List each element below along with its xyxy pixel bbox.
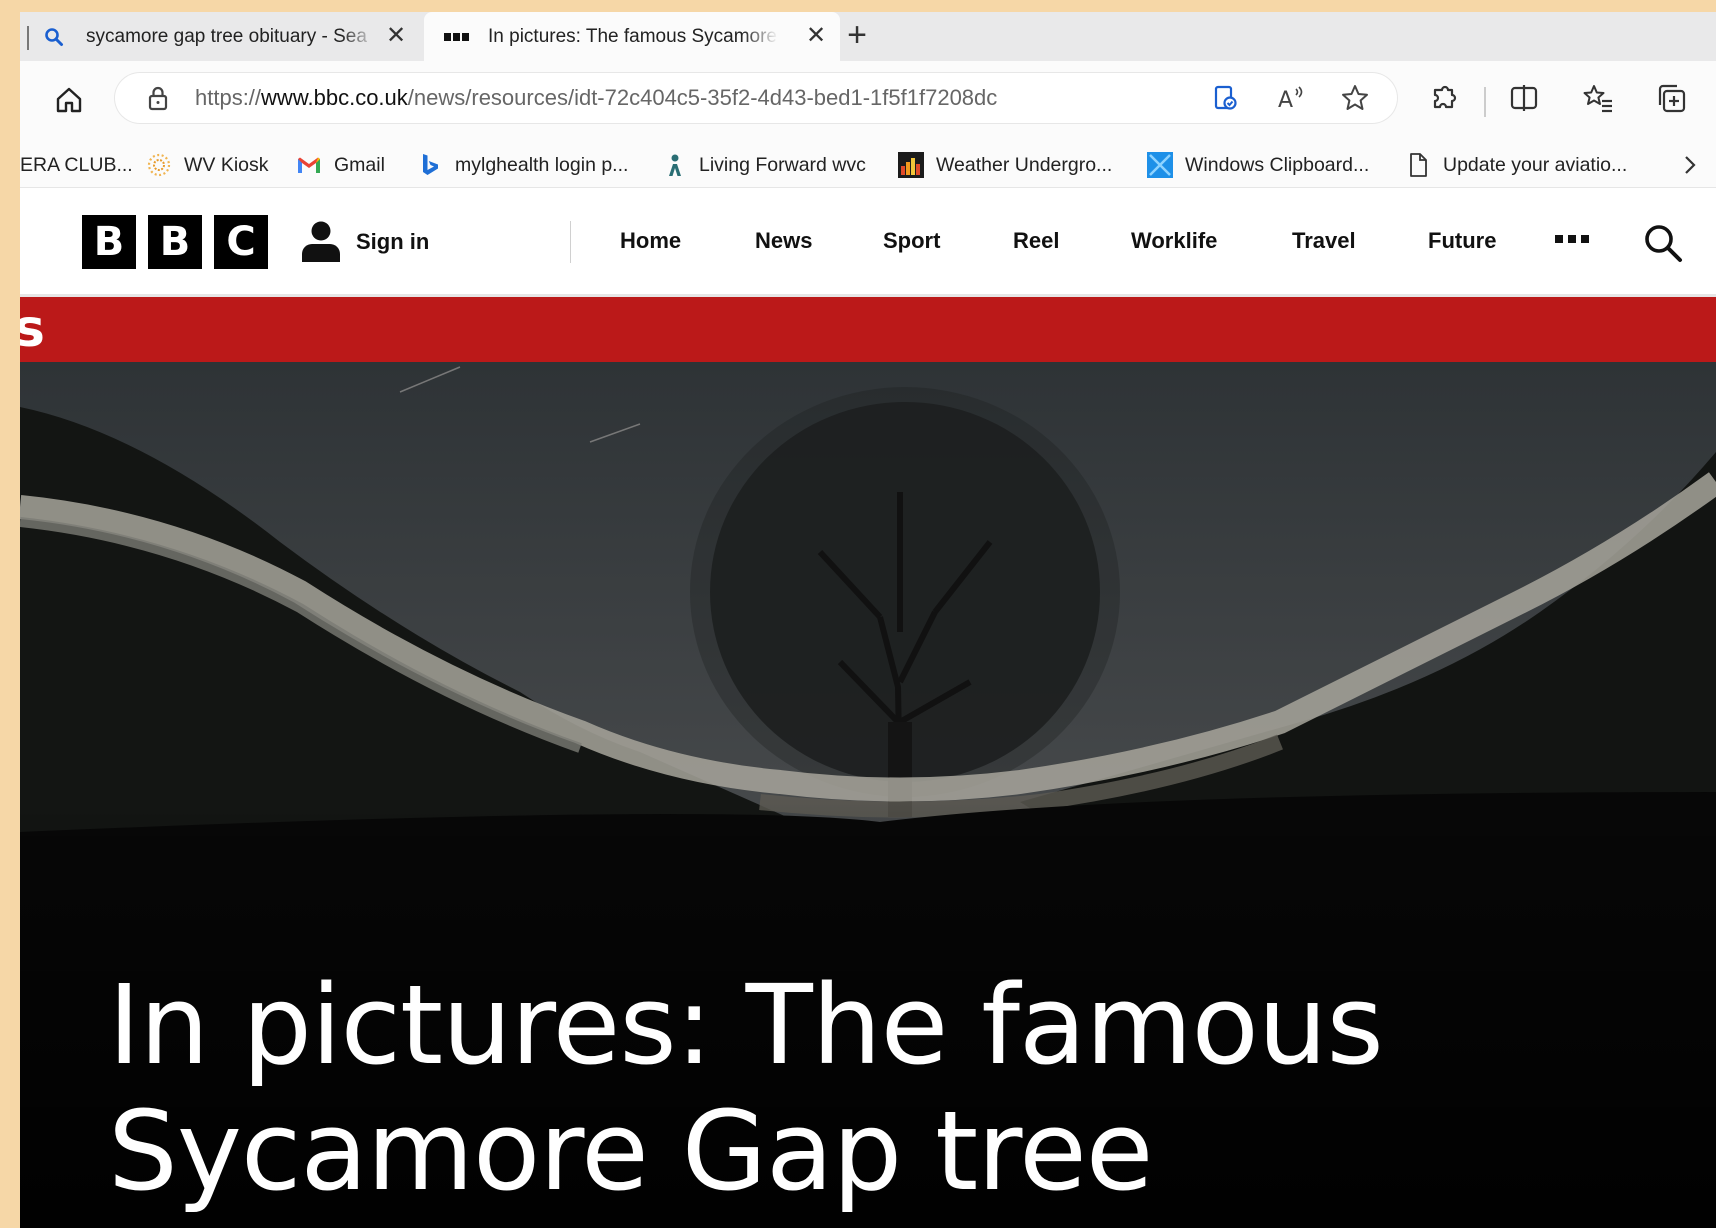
- more-icon[interactable]: [1555, 235, 1589, 245]
- windows-icon: [1147, 152, 1173, 178]
- favorite-item[interactable]: ERA CLUB...: [20, 151, 133, 179]
- tab-title: In pictures: The famous Sycamore: [488, 25, 777, 47]
- nav-item-worklife[interactable]: Worklife: [1131, 228, 1217, 254]
- favorite-label: Weather Undergro...: [936, 153, 1113, 176]
- person-icon: [302, 221, 340, 262]
- bing-icon: [423, 154, 438, 175]
- gmail-icon: [298, 157, 320, 173]
- star-icon[interactable]: [1340, 83, 1370, 113]
- url-text[interactable]: https://www.bbc.co.uk/news/resources/idt…: [195, 85, 997, 111]
- headline-line: In pictures: The famous: [108, 961, 1384, 1089]
- article-headline: In pictures: The famous Sycamore Gap tre…: [108, 962, 1558, 1214]
- favorite-item[interactable]: Update your aviatio...: [1405, 151, 1627, 179]
- favorites-bar: ERA CLUB... WV Kiosk Gmail mylghealth lo…: [20, 143, 1716, 188]
- favorite-item[interactable]: Living Forward wvc: [661, 151, 866, 179]
- search-icon: [45, 27, 63, 46]
- nav-item-news[interactable]: News: [755, 228, 812, 254]
- collections-icon[interactable]: [1655, 81, 1689, 115]
- sign-in-label: Sign in: [356, 229, 430, 254]
- browser-toolbar: https://www.bbc.co.uk/news/resources/idt…: [20, 61, 1716, 143]
- nav-divider: [570, 221, 571, 263]
- nav-item-future[interactable]: Future: [1428, 228, 1496, 254]
- favorite-item[interactable]: mylghealth login p...: [417, 151, 628, 179]
- nav-item-reel[interactable]: Reel: [1013, 228, 1059, 254]
- favorite-label: Living Forward wvc: [699, 153, 866, 176]
- tab-separator: [27, 26, 29, 50]
- new-tab-button[interactable]: +: [840, 18, 874, 54]
- chevron-right-icon[interactable]: [1676, 151, 1704, 179]
- tab-bbc-article[interactable]: In pictures: The famous Sycamore ✕: [424, 12, 840, 61]
- logo-letter: B: [148, 215, 202, 269]
- document-icon: [1410, 153, 1427, 177]
- favorite-label: WV Kiosk: [184, 153, 269, 176]
- read-aloud-icon[interactable]: A: [1275, 83, 1305, 113]
- bbc-logo[interactable]: B B C: [82, 215, 268, 269]
- hero-image: In pictures: The famous Sycamore Gap tre…: [20, 362, 1716, 1228]
- split-screen-icon[interactable]: [1507, 81, 1541, 115]
- favorite-item[interactable]: Gmail: [296, 151, 385, 179]
- search-icon[interactable]: [1643, 223, 1683, 263]
- shopping-icon[interactable]: [1210, 83, 1240, 113]
- nav-item-home[interactable]: Home: [620, 228, 681, 254]
- logo-letter: C: [214, 215, 268, 269]
- extensions-icon[interactable]: [1427, 81, 1461, 115]
- favorite-item[interactable]: WV Kiosk: [146, 151, 269, 179]
- living-forward-icon: [669, 154, 681, 176]
- favorite-label: Update your aviatio...: [1443, 153, 1628, 176]
- nav-item-sport[interactable]: Sport: [883, 228, 940, 254]
- bbc-favicon: [444, 32, 469, 41]
- svg-text:A: A: [1278, 88, 1293, 113]
- url-path: /news/resources/idt-72c404c5-35f2-4d43-b…: [407, 85, 998, 110]
- nav-item-travel[interactable]: Travel: [1292, 228, 1356, 254]
- close-tab-icon[interactable]: ✕: [384, 24, 408, 48]
- browser-window: sycamore gap tree obituary - Sea ✕ In pi…: [20, 12, 1716, 1228]
- favorites-icon[interactable]: [1581, 81, 1615, 115]
- sun-icon: [147, 153, 171, 177]
- section-banner: s: [20, 297, 1716, 362]
- home-icon[interactable]: [50, 81, 88, 119]
- tab-strip: sycamore gap tree obituary - Sea ✕ In pi…: [20, 12, 1716, 61]
- toolbar-divider: [1484, 87, 1486, 117]
- bbc-header: B B C Sign in Home News Sport Reel Workl…: [20, 188, 1716, 297]
- tab-title: sycamore gap tree obituary - Sea: [86, 25, 367, 47]
- tab-search[interactable]: sycamore gap tree obituary - Sea ✕: [20, 12, 420, 61]
- url-host: www.bbc.co.uk: [261, 85, 408, 110]
- favorite-label: ERA CLUB...: [20, 153, 133, 176]
- favorite-item[interactable]: Weather Undergro...: [898, 151, 1112, 179]
- favorite-item[interactable]: Windows Clipboard...: [1147, 151, 1369, 179]
- url-scheme: https://: [195, 85, 262, 110]
- favorite-label: mylghealth login p...: [455, 153, 629, 176]
- sign-in-link[interactable]: Sign in: [300, 220, 429, 264]
- section-title-fragment: s: [20, 299, 45, 359]
- favorite-label: Gmail: [334, 153, 385, 176]
- close-tab-icon[interactable]: ✕: [804, 24, 828, 48]
- lock-icon[interactable]: [145, 85, 171, 111]
- logo-letter: B: [82, 215, 136, 269]
- address-bar[interactable]: https://www.bbc.co.uk/news/resources/idt…: [115, 73, 1397, 123]
- favorite-label: Windows Clipboard...: [1185, 153, 1370, 176]
- headline-line: Sycamore Gap tree: [108, 1087, 1153, 1215]
- wunderground-icon: [898, 152, 924, 178]
